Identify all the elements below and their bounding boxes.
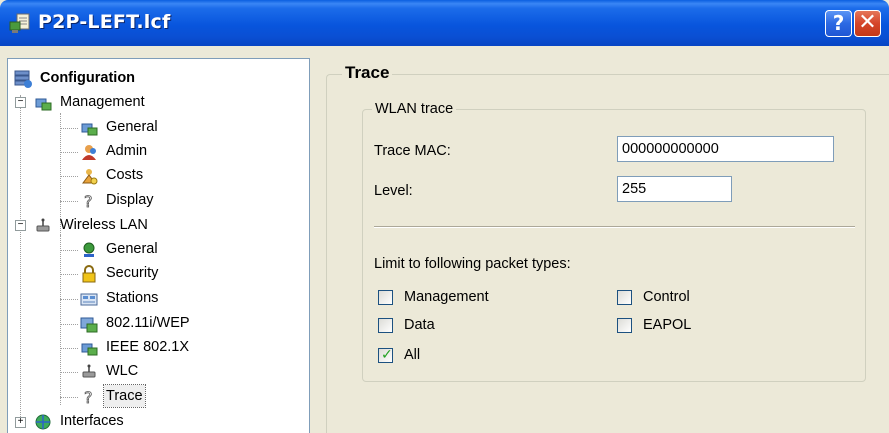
- tree-line: [60, 274, 78, 275]
- tree-label: Trace: [103, 384, 146, 408]
- collapse-management-toggle[interactable]: −: [15, 97, 26, 108]
- wireless-device-icon: [36, 218, 50, 232]
- tree-line: [20, 95, 21, 425]
- eapol-checkbox-label[interactable]: EAPOL: [643, 317, 691, 333]
- trace-mac-input[interactable]: [617, 136, 834, 162]
- data-checkbox[interactable]: [378, 318, 393, 333]
- configuration-icon: [14, 70, 32, 88]
- collapse-wireless-lan-toggle[interactable]: −: [15, 220, 26, 231]
- tree-label: Wireless LAN: [60, 217, 148, 233]
- wlc-device-icon: [82, 364, 96, 378]
- tree-line: [60, 372, 78, 373]
- tree-line: [60, 152, 78, 153]
- group-title: WLAN trace: [372, 101, 457, 117]
- tree-label: Admin: [106, 143, 148, 159]
- tree-label: Configuration: [40, 70, 136, 86]
- encryption-icon: [80, 317, 98, 333]
- group-divider: [374, 226, 855, 228]
- tree-label: IEEE 802.1X: [106, 339, 190, 355]
- tree-line: [60, 397, 78, 398]
- help-button[interactable]: ?: [825, 10, 852, 37]
- interfaces-globe-icon: [35, 414, 51, 430]
- management-icon: [35, 98, 52, 111]
- globe-user-icon: [83, 242, 95, 257]
- title-bar[interactable]: P2P-LEFT.lcf ? ✕: [0, 0, 889, 46]
- question-mark-icon: ?: [84, 388, 93, 406]
- tree-line: [60, 348, 78, 349]
- tree-line: [60, 128, 78, 129]
- close-button[interactable]: ✕: [854, 10, 881, 37]
- tree-label: Interfaces: [60, 413, 124, 429]
- expand-interfaces-toggle[interactable]: +: [15, 417, 26, 428]
- checkmark-icon: ✓: [381, 346, 393, 362]
- lock-icon: [82, 265, 96, 283]
- svg-text:?: ?: [84, 388, 93, 406]
- tree-label: 802.11i/WEP: [106, 315, 190, 331]
- tree-label: WLC: [106, 363, 139, 379]
- tree-label: Stations: [106, 290, 159, 306]
- all-checkbox[interactable]: ✓: [378, 346, 393, 363]
- level-label: Level:: [374, 183, 413, 199]
- eapol-checkbox[interactable]: [617, 318, 632, 333]
- management-checkbox[interactable]: [378, 290, 393, 305]
- costs-icon: [82, 169, 98, 185]
- tree-line: [60, 201, 78, 202]
- svg-text:?: ?: [84, 192, 93, 210]
- tree-label: Management: [60, 94, 145, 110]
- tree-line: [60, 324, 78, 325]
- tree-label: Costs: [106, 167, 144, 183]
- window-title: P2P-LEFT.lcf: [38, 11, 171, 33]
- data-checkbox-label[interactable]: Data: [404, 317, 435, 333]
- tree-label: General: [106, 119, 158, 135]
- question-mark-icon: ?: [84, 192, 93, 210]
- packet-types-label: Limit to following packet types:: [374, 256, 571, 272]
- tree-line: [60, 299, 78, 300]
- general-icon: [81, 123, 98, 136]
- panel-title: Trace: [342, 63, 393, 83]
- trace-mac-label: Trace MAC:: [374, 143, 451, 159]
- control-checkbox-label[interactable]: Control: [643, 289, 690, 305]
- control-checkbox[interactable]: [617, 290, 632, 305]
- tree-line: [60, 250, 78, 251]
- config-file-icon: [9, 13, 30, 33]
- config-tree[interactable]: Configuration − Management General Admin…: [7, 58, 310, 433]
- tree-line: [60, 176, 78, 177]
- tree-line: [60, 235, 61, 405]
- all-checkbox-label[interactable]: All: [404, 347, 420, 363]
- admin-user-icon: [82, 145, 96, 160]
- tree-label: General: [106, 241, 158, 257]
- management-checkbox-label[interactable]: Management: [404, 289, 489, 305]
- ieee-icon: [81, 343, 98, 356]
- tree-label: Security: [106, 265, 159, 281]
- tree-label: Display: [106, 192, 154, 208]
- level-input[interactable]: [617, 176, 732, 202]
- stations-icon: [80, 293, 98, 306]
